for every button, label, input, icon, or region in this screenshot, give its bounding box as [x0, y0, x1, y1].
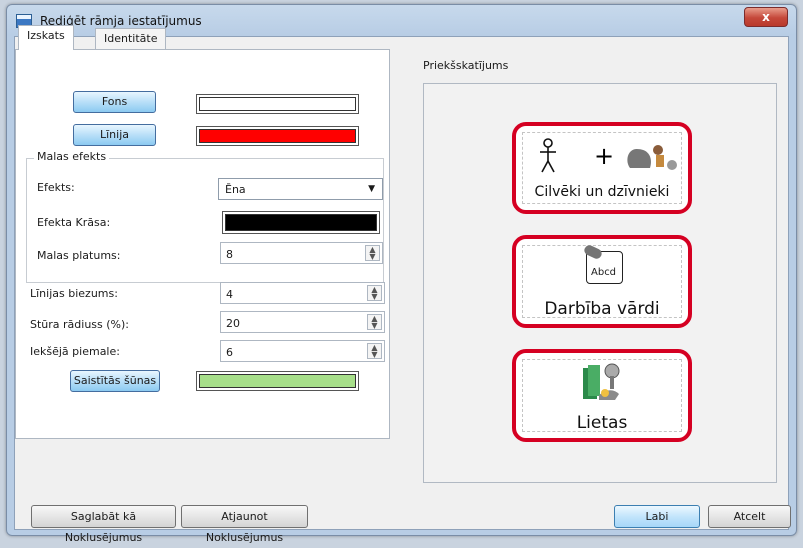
background-color-button[interactable]: Fons — [73, 91, 156, 113]
edge-width-input[interactable]: 8 ▲ ▼ — [220, 242, 383, 264]
background-color-swatch[interactable] — [196, 94, 359, 114]
effect-color-label: Efekta Krāsa: — [37, 216, 111, 229]
preview-card-things: Lietas — [512, 349, 692, 442]
edge-width-spinner[interactable]: ▲ ▼ — [365, 245, 380, 261]
effect-color-swatch[interactable] — [222, 211, 380, 234]
line-thickness-spinner[interactable]: ▲ ▼ — [367, 285, 382, 301]
preview-card-action-words: Abcd Darbība vārdi — [512, 235, 692, 328]
inner-padding-spinner[interactable]: ▲ ▼ — [367, 343, 382, 359]
preview-card-people-animals: + Cilvēki un dzīvnieki — [512, 122, 692, 214]
card-label-people-animals: Cilvēki un dzīvnieki — [534, 184, 670, 200]
card-label-action-words: Darbība vārdi — [544, 299, 660, 319]
corner-radius-input[interactable]: 20 ▲ ▼ — [220, 311, 385, 333]
inner-padding-value: 6 — [226, 346, 233, 359]
inner-padding-label: Iekšējā piemale: — [30, 345, 120, 358]
tab-izskats[interactable]: Izskats — [18, 25, 74, 50]
people-plus-animals-icon: + — [540, 138, 677, 173]
line-thickness-input[interactable]: 4 ▲ ▼ — [220, 282, 385, 304]
corner-radius-value: 20 — [226, 317, 240, 330]
corner-radius-label: Stūra rādiuss (%): — [30, 318, 129, 331]
effect-dropdown[interactable]: Ēna ▼ — [218, 178, 383, 200]
cancel-button[interactable]: Atcelt — [708, 505, 791, 528]
svg-text:+: + — [594, 142, 614, 170]
preview-title: Priekšskatījums — [423, 59, 509, 72]
abcd-text: Abcd — [591, 267, 617, 278]
linked-cells-color-swatch[interactable] — [196, 371, 359, 391]
abcd-document-icon: Abcd — [582, 243, 623, 284]
ok-button[interactable]: Labi — [614, 505, 700, 528]
close-button[interactable]: x — [744, 7, 788, 27]
effect-value: Ēna — [225, 183, 246, 196]
save-defaults-button[interactable]: Saglabāt kā Noklusējumus — [31, 505, 176, 544]
edge-width-value: 8 — [226, 248, 233, 261]
linked-cells-button[interactable]: Saistītās šūnas — [70, 370, 160, 392]
edge-width-label: Malas platums: — [37, 249, 121, 262]
line-thickness-label: Līnijas biezums: — [30, 287, 118, 300]
card-label-things: Lietas — [576, 413, 628, 433]
corner-radius-spinner[interactable]: ▲ ▼ — [367, 314, 382, 330]
effect-label: Efekts: — [37, 181, 75, 194]
restore-defaults-button[interactable]: Atjaunot Noklusējumus — [181, 505, 308, 544]
edge-effect-title: Malas efekts — [34, 150, 110, 163]
chevron-down-icon: ▼ — [368, 184, 375, 194]
things-icon — [583, 363, 620, 400]
tab-identitate[interactable]: Identitāte — [95, 28, 167, 50]
line-color-button[interactable]: Līnija — [73, 124, 156, 146]
inner-padding-input[interactable]: 6 ▲ ▼ — [220, 340, 385, 362]
line-thickness-value: 4 — [226, 288, 233, 301]
line-color-swatch[interactable] — [196, 126, 359, 146]
